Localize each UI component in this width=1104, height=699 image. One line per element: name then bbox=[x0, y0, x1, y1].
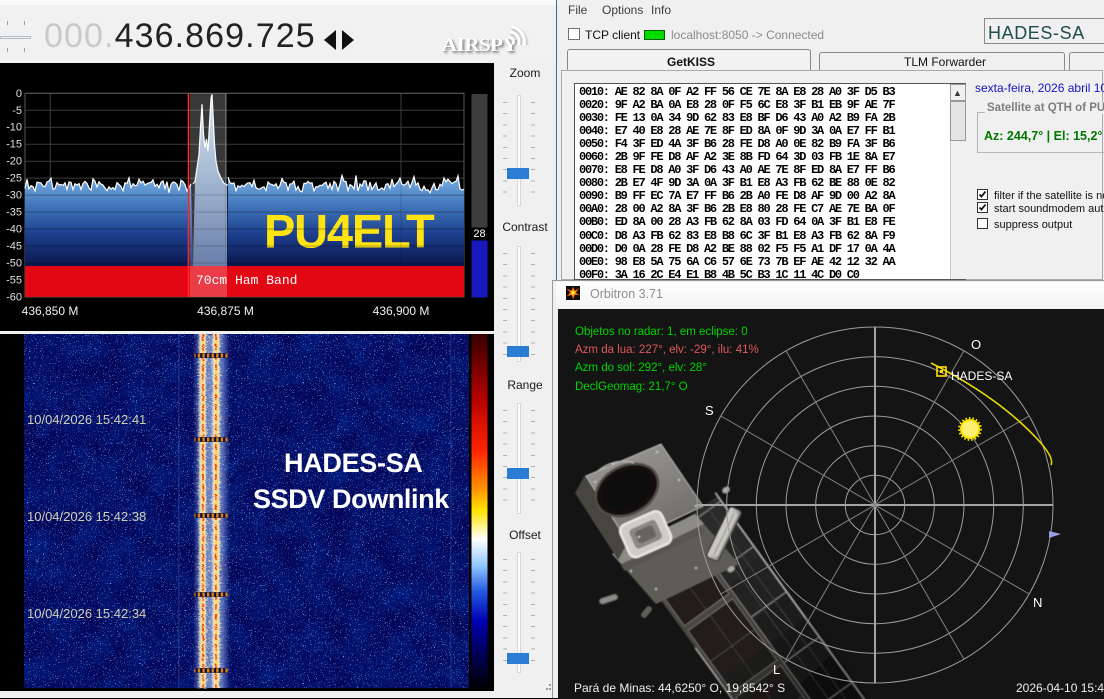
svg-text:-20: -20 bbox=[6, 156, 22, 168]
svg-text:436,850 M: 436,850 M bbox=[22, 304, 79, 318]
svg-text:-40: -40 bbox=[6, 224, 22, 236]
svg-text:-60: -60 bbox=[6, 291, 22, 303]
svg-text:O: O bbox=[971, 337, 981, 352]
svg-text:436,900 M: 436,900 M bbox=[373, 304, 430, 318]
svg-text:L: L bbox=[773, 662, 780, 677]
svg-text:HADES-SA: HADES-SA bbox=[951, 369, 1012, 383]
svg-text:-10: -10 bbox=[6, 122, 22, 134]
svg-text:-55: -55 bbox=[6, 274, 22, 286]
svg-text:-50: -50 bbox=[6, 258, 22, 270]
svg-text:N: N bbox=[1033, 595, 1042, 610]
svg-text:-25: -25 bbox=[6, 173, 22, 185]
svg-text:S: S bbox=[705, 403, 714, 418]
svg-text:28: 28 bbox=[473, 228, 485, 240]
svg-text:-45: -45 bbox=[6, 241, 22, 253]
svg-text:0: 0 bbox=[16, 88, 22, 100]
svg-text:-5: -5 bbox=[12, 105, 22, 117]
svg-text:436,875 M: 436,875 M bbox=[197, 304, 254, 318]
svg-text:-15: -15 bbox=[6, 139, 22, 151]
svg-text:-35: -35 bbox=[6, 207, 22, 219]
svg-text:-30: -30 bbox=[6, 190, 22, 202]
